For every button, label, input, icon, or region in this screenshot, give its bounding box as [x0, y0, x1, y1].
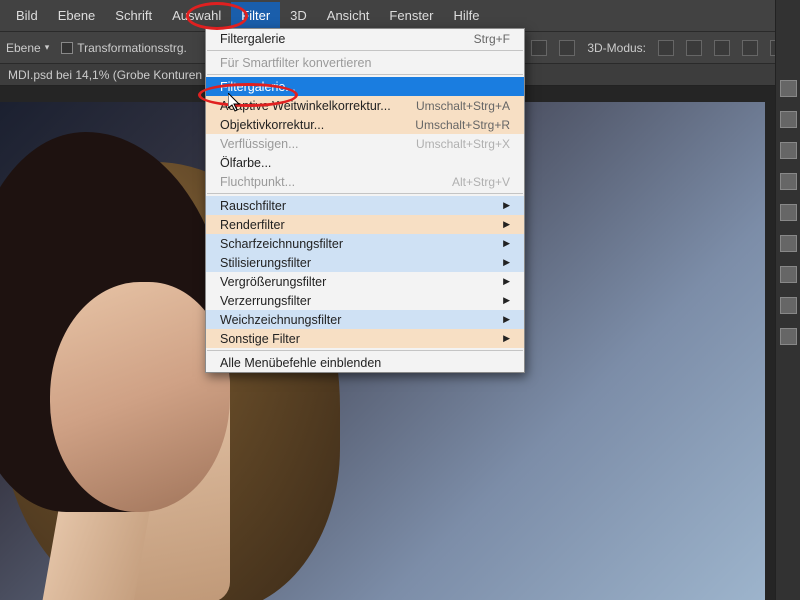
panel-icon-5[interactable] — [780, 204, 797, 221]
options-icon-1[interactable] — [531, 40, 547, 56]
panel-icon-8[interactable] — [780, 297, 797, 314]
menu-item-label: Adaptive Weitwinkelkorrektur... — [220, 99, 391, 113]
submenu-arrow-icon: ▶ — [503, 200, 510, 211]
menu-item-shortcut: Strg+F — [474, 32, 510, 46]
menu-item-shortcut: Umschalt+Strg+A — [416, 99, 510, 113]
menu-item-shortcut: Umschalt+Strg+R — [415, 118, 510, 132]
submenu-arrow-icon: ▶ — [503, 314, 510, 325]
menu-fenster[interactable]: Fenster — [379, 2, 443, 29]
menu-auswahl[interactable]: Auswahl — [162, 2, 231, 29]
transform-toggle-label: Transformationsstrg. — [77, 41, 187, 55]
panel-icon-2[interactable] — [780, 111, 797, 128]
menu-item-label: Filtergalerie — [220, 32, 285, 46]
submenu-sonstige[interactable]: Sonstige Filter ▶ — [206, 329, 524, 348]
menu-item-objektiv[interactable]: Objektivkorrektur... Umschalt+Strg+R — [206, 115, 524, 134]
submenu-arrow-icon: ▶ — [503, 257, 510, 268]
menu-separator — [207, 193, 523, 194]
menu-item-label: Objektivkorrektur... — [220, 118, 324, 132]
submenu-arrow-icon: ▶ — [503, 295, 510, 306]
mode3d-pan-icon[interactable] — [714, 40, 730, 56]
menu-3d[interactable]: 3D — [280, 2, 317, 29]
checkbox-icon — [61, 42, 73, 54]
panel-icon-6[interactable] — [780, 235, 797, 252]
transform-toggle[interactable]: Transformationsstrg. — [61, 41, 187, 55]
submenu-verzerrung[interactable]: Verzerrungsfilter ▶ — [206, 291, 524, 310]
menu-item-label: Sonstige Filter — [220, 332, 300, 346]
submenu-vergroesserung[interactable]: Vergrößerungsfilter ▶ — [206, 272, 524, 291]
menu-separator — [207, 50, 523, 51]
panel-icon-7[interactable] — [780, 266, 797, 283]
menu-ansicht[interactable]: Ansicht — [317, 2, 380, 29]
mode3d-roll-icon[interactable] — [686, 40, 702, 56]
submenu-scharf[interactable]: Scharfzeichnungsfilter ▶ — [206, 234, 524, 253]
menu-item-oelfarbe[interactable]: Ölfarbe... — [206, 153, 524, 172]
menu-filter[interactable]: Filter — [231, 2, 280, 29]
menu-item-label: Rauschfilter — [220, 199, 286, 213]
menu-item-label: Scharfzeichnungsfilter — [220, 237, 343, 251]
menu-item-label: Ölfarbe... — [220, 156, 271, 170]
menu-ebene[interactable]: Ebene — [48, 2, 106, 29]
menu-item-shortcut: Umschalt+Strg+X — [416, 137, 510, 151]
panel-icon-3[interactable] — [780, 142, 797, 159]
submenu-arrow-icon: ▶ — [503, 238, 510, 249]
menu-item-label: Alle Menübefehle einblenden — [220, 356, 381, 370]
panel-icon-1[interactable] — [780, 80, 797, 97]
menu-item-label: Filtergalerie... — [220, 80, 296, 94]
menu-item-label: Vergrößerungsfilter — [220, 275, 326, 289]
panel-icon-9[interactable] — [780, 328, 797, 345]
menu-separator — [207, 350, 523, 351]
panel-icon-4[interactable] — [780, 173, 797, 190]
submenu-arrow-icon: ▶ — [503, 333, 510, 344]
menu-item-fluchtpunkt: Fluchtpunkt... Alt+Strg+V — [206, 172, 524, 191]
menu-item-label: Verzerrungsfilter — [220, 294, 311, 308]
submenu-stil[interactable]: Stilisierungsfilter ▶ — [206, 253, 524, 272]
right-panel-rail — [775, 0, 800, 600]
mode-label: 3D-Modus: — [587, 41, 646, 55]
menu-item-smartfilter: Für Smartfilter konvertieren — [206, 53, 524, 72]
layer-selector-label: Ebene — [6, 41, 41, 55]
submenu-rausch[interactable]: Rauschfilter ▶ — [206, 196, 524, 215]
menu-hilfe[interactable]: Hilfe — [444, 2, 490, 29]
menu-schrift[interactable]: Schrift — [105, 2, 162, 29]
submenu-render[interactable]: Renderfilter ▶ — [206, 215, 524, 234]
options-icon-2[interactable] — [559, 40, 575, 56]
submenu-weichzeichnung[interactable]: Weichzeichnungsfilter ▶ — [206, 310, 524, 329]
file-tab[interactable]: MDI.psd bei 14,1% (Grobe Konturen — [2, 66, 208, 84]
menu-separator — [207, 74, 523, 75]
menu-bild[interactable]: Bild — [6, 2, 48, 29]
filter-dropdown: Filtergalerie Strg+F Für Smartfilter kon… — [205, 28, 525, 373]
submenu-arrow-icon: ▶ — [503, 276, 510, 287]
menu-item-filtergalerie[interactable]: Filtergalerie... — [206, 77, 524, 96]
menu-item-label: Verflüssigen... — [220, 137, 299, 151]
menu-item-label: Fluchtpunkt... — [220, 175, 295, 189]
menu-item-label: Stilisierungsfilter — [220, 256, 311, 270]
layer-selector[interactable]: Ebene ▾ — [6, 41, 49, 55]
menu-item-label: Renderfilter — [220, 218, 285, 232]
menu-item-verfluessigen: Verflüssigen... Umschalt+Strg+X — [206, 134, 524, 153]
menu-item-label: Für Smartfilter konvertieren — [220, 56, 371, 70]
mode3d-slide-icon[interactable] — [742, 40, 758, 56]
mode3d-rotate-icon[interactable] — [658, 40, 674, 56]
chevron-down-icon: ▾ — [45, 42, 50, 53]
submenu-arrow-icon: ▶ — [503, 219, 510, 230]
menu-item-last-filter[interactable]: Filtergalerie Strg+F — [206, 29, 524, 48]
menu-item-shortcut: Alt+Strg+V — [452, 175, 510, 189]
menu-item-label: Weichzeichnungsfilter — [220, 313, 341, 327]
menu-item-weitwinkel[interactable]: Adaptive Weitwinkelkorrektur... Umschalt… — [206, 96, 524, 115]
menu-item-show-all[interactable]: Alle Menübefehle einblenden — [206, 353, 524, 372]
